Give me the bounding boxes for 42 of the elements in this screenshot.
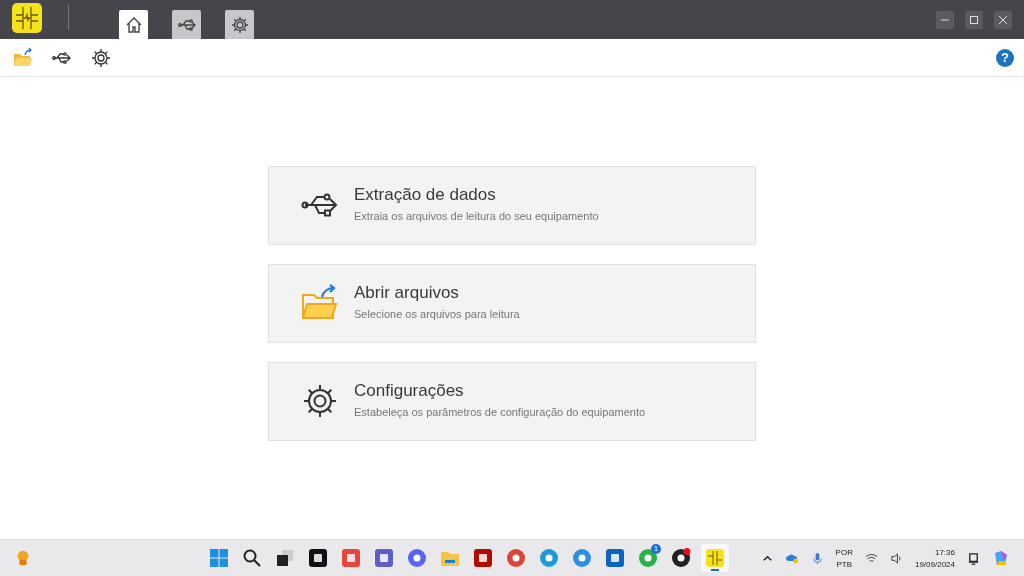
tab[interactable]	[172, 10, 201, 39]
app-icon	[341, 548, 361, 568]
clock-time: 17:36	[934, 547, 955, 557]
stacked-windows-icon	[275, 548, 295, 568]
speaker-icon[interactable]	[889, 551, 903, 565]
record-icon	[671, 548, 691, 568]
windows-logo-icon	[209, 548, 229, 568]
language-label: POR	[835, 547, 853, 557]
open-folder-button[interactable]	[12, 46, 34, 69]
microphone-icon[interactable]	[810, 551, 824, 565]
minimize-button[interactable]	[936, 10, 954, 29]
document-icon	[473, 548, 493, 568]
close-icon	[998, 14, 1008, 25]
menu-card[interactable]: Configurações Estabeleça os parâmetros de configuração do equipamento	[268, 361, 756, 441]
card-title: Extração de dados	[354, 184, 497, 205]
app-logo-icon	[12, 2, 42, 33]
settings-button[interactable]	[90, 46, 112, 69]
card-description: Selecione os arquivos para leitura	[354, 307, 520, 320]
clock-date: 19/09/2024	[914, 559, 955, 569]
card-title: Configurações	[354, 380, 465, 401]
menu-card[interactable]: Abrir arquivos Selecione os arquivos para leitura	[268, 263, 756, 343]
maximize-icon	[969, 14, 979, 25]
help-button[interactable]: ?	[996, 48, 1014, 67]
app-icon	[308, 548, 328, 568]
notification-badge: 1	[651, 544, 661, 554]
close-button[interactable]	[994, 10, 1012, 29]
tab[interactable]	[225, 10, 254, 39]
app-logo-button[interactable]	[701, 544, 729, 572]
search-icon	[242, 548, 262, 568]
maximize-button[interactable]	[965, 10, 983, 29]
keyboard-layout-label: PTB	[836, 559, 853, 569]
mail-icon	[605, 548, 625, 568]
cloud-icon[interactable]	[785, 551, 799, 565]
menu-card[interactable]: Extração de dados Extraia os arquivos de leitura do seu equipamento	[268, 165, 756, 245]
gear-icon	[229, 14, 250, 35]
app-icon	[374, 548, 394, 568]
card-title: Abrir arquivos	[354, 282, 460, 303]
app-logo-icon	[705, 548, 725, 568]
card-description: Extraia os arquivos de leitura do seu equipamento	[354, 209, 599, 222]
chat-button[interactable]: 1	[635, 544, 661, 572]
card-description: Estabeleça os parâmetros de configuração do equipamento	[354, 405, 646, 418]
tab[interactable]	[119, 10, 148, 39]
